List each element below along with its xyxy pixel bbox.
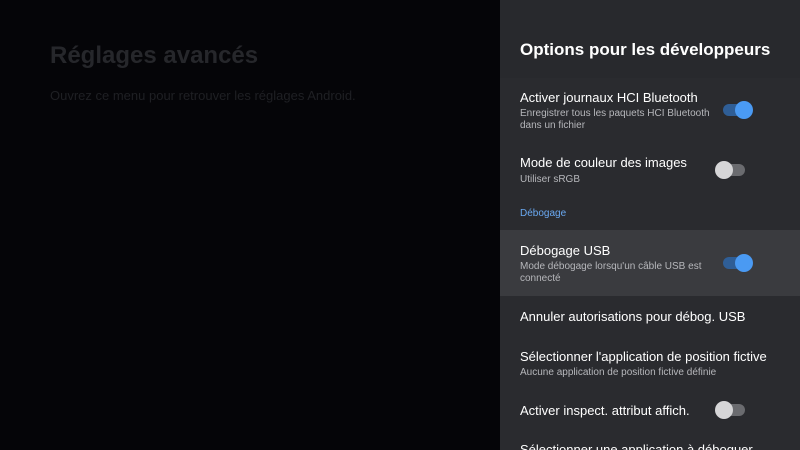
setting-summary: Utiliser sRGB xyxy=(520,174,581,185)
color-mode-toggle[interactable] xyxy=(715,161,745,179)
toggle-thumb xyxy=(735,101,753,119)
setting-select-debug-app[interactable]: Sélectionner une application à déboguer xyxy=(500,432,800,450)
background-title: Réglages avancés xyxy=(50,42,259,69)
setting-summary: Enregistrer tous les paquets HCI Bluetoo… xyxy=(520,108,710,131)
background-subtitle: Ouvrez ce menu pour retrouver les réglag… xyxy=(50,88,356,103)
setting-bluetooth-hci-log[interactable]: Activer journaux HCI Bluetooth Enregistr… xyxy=(500,78,800,142)
developer-options-panel: Options pour les développeurs Activer jo… xyxy=(500,0,800,450)
panel-header: Options pour les développeurs xyxy=(500,0,800,78)
setting-title: Annuler autorisations pour débog. USB xyxy=(520,309,746,324)
section-label: Débogage xyxy=(520,208,567,219)
setting-title: Mode de couleur des images xyxy=(520,155,687,170)
setting-summary: Aucune application de position fictive d… xyxy=(520,367,717,378)
toggle-thumb xyxy=(715,161,733,179)
panel-title: Options pour les développeurs xyxy=(520,40,771,59)
setting-revoke-usb-authorizations[interactable]: Annuler autorisations pour débog. USB xyxy=(500,296,800,338)
setting-title: Activer journaux HCI Bluetooth xyxy=(520,90,698,105)
screen: Réglages avancés Ouvrez ce menu pour ret… xyxy=(0,0,800,450)
setting-title: Débogage USB xyxy=(520,243,611,258)
setting-summary: Mode débogage lorsqu'un câble USB est co… xyxy=(520,261,702,284)
setting-title: Sélectionner une application à déboguer xyxy=(520,442,753,450)
setting-picture-color-mode[interactable]: Mode de couleur des images Utiliser sRGB xyxy=(500,142,800,200)
section-debugging: Débogage xyxy=(500,200,800,230)
setting-title: Sélectionner l'application de position f… xyxy=(520,349,767,364)
toggle-thumb xyxy=(715,401,733,419)
view-attribute-inspection-toggle[interactable] xyxy=(715,401,745,419)
setting-mock-location-app[interactable]: Sélectionner l'application de position f… xyxy=(500,338,800,392)
setting-title: Activer inspect. attribut affich. xyxy=(520,403,690,418)
bluetooth-hci-log-toggle[interactable] xyxy=(723,101,753,119)
toggle-thumb xyxy=(735,254,753,272)
usb-debugging-toggle[interactable] xyxy=(723,254,753,272)
setting-view-attribute-inspection[interactable]: Activer inspect. attribut affich. xyxy=(500,392,800,432)
advanced-settings-background: Réglages avancés Ouvrez ce menu pour ret… xyxy=(0,0,500,450)
setting-usb-debugging[interactable]: Débogage USB Mode débogage lorsqu'un câb… xyxy=(500,230,800,296)
